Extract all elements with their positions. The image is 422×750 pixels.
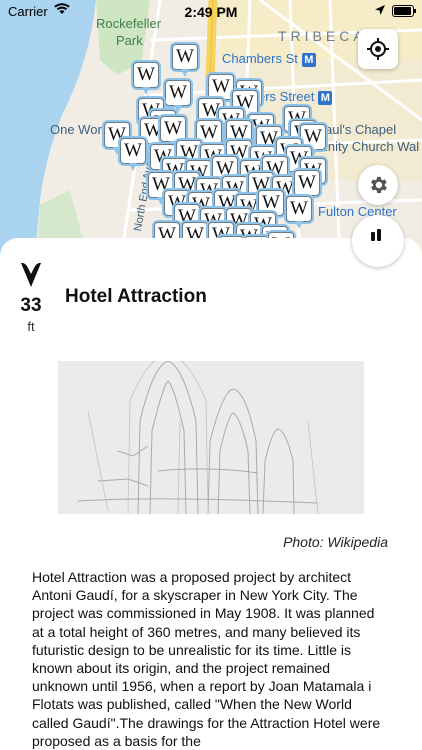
distance-unit: ft: [27, 319, 35, 334]
pin-tail: [142, 87, 150, 95]
wikipedia-w-icon: W: [165, 80, 191, 106]
wikipedia-w-icon: W: [160, 116, 186, 142]
place-photo[interactable]: [58, 361, 364, 514]
map-label-chambers: Chambers St M: [222, 51, 316, 67]
wikipedia-w-icon: W: [120, 138, 146, 164]
locate-button[interactable]: [358, 29, 398, 69]
wikipedia-w-icon: W: [294, 170, 320, 196]
wikipedia-pin[interactable]: W: [133, 62, 159, 96]
audio-button[interactable]: [352, 215, 404, 267]
map-label-street-text: ers Street: [258, 89, 315, 104]
distance-value: 33: [20, 295, 42, 316]
audio-icon: [371, 229, 381, 241]
map-label-park: Park: [116, 33, 143, 48]
wikipedia-w-icon: W: [208, 74, 234, 100]
wikipedia-pin[interactable]: W: [165, 80, 191, 114]
pin-tail: [295, 221, 303, 229]
pin-tail: [129, 163, 137, 171]
clock: 2:49 PM: [184, 4, 238, 20]
pin-tail: [181, 69, 189, 77]
map-label-tribeca: TRIBECA: [278, 28, 367, 44]
battery-icon: [392, 5, 416, 17]
map-label-one-world: One Wor: [50, 122, 102, 137]
metro-icon: M: [318, 90, 333, 105]
wikipedia-w-icon: W: [172, 44, 198, 70]
place-detail-sheet: 33 ft Hotel Attraction Photo: Wikipedia …: [0, 238, 422, 750]
map-label-pauls-chapel: aul's Chapel: [325, 122, 397, 137]
gear-icon: [371, 176, 387, 194]
wikipedia-pin[interactable]: W: [120, 138, 146, 172]
settings-button[interactable]: [358, 165, 398, 205]
status-bar: Carrier 2:49 PM: [0, 0, 422, 22]
wikipedia-w-icon: W: [286, 196, 312, 222]
map-label-chambers-text: Chambers St: [222, 51, 298, 66]
direction-arrow-icon: [21, 262, 41, 287]
wikipedia-w-icon: W: [133, 62, 159, 88]
crosshair-icon: [367, 38, 389, 60]
wikipedia-pin[interactable]: W: [172, 44, 198, 78]
photo-caption: Photo: Wikipedia: [283, 534, 388, 550]
map-label-street: ers Street M: [258, 89, 333, 105]
wikipedia-pin[interactable]: W: [286, 196, 312, 230]
place-description: Hotel Attraction was a proposed project …: [32, 569, 381, 749]
metro-icon: M: [301, 52, 316, 67]
location-arrow-icon: [375, 5, 385, 15]
sketch-image: [58, 361, 364, 514]
map-label-trinity: inity Church Wal: [325, 139, 420, 154]
place-title: Hotel Attraction: [65, 286, 207, 307]
